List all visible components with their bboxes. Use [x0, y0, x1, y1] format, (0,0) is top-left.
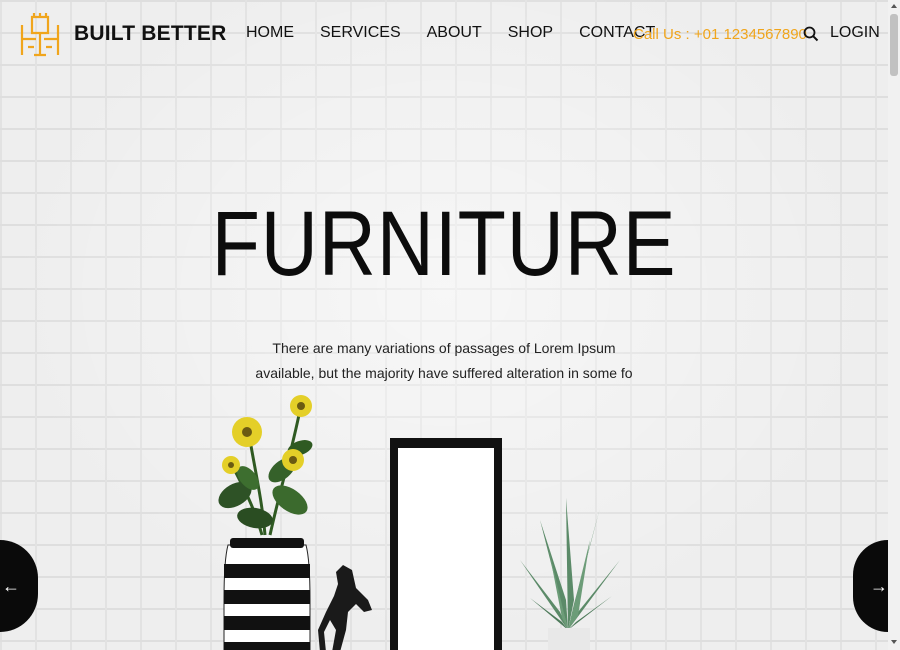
- picture-frame: [390, 438, 502, 650]
- page-scrollbar[interactable]: [888, 0, 900, 650]
- scroll-down-icon[interactable]: [891, 640, 897, 644]
- search-icon[interactable]: [803, 26, 819, 42]
- horse-figurine: [318, 565, 372, 650]
- scroll-thumb[interactable]: [890, 14, 898, 76]
- call-us-phone[interactable]: Call Us : +01 1234567890: [633, 26, 807, 43]
- arrow-right-icon: →: [870, 575, 888, 596]
- login-link[interactable]: LOGIN: [830, 24, 880, 42]
- logo[interactable]: BUILT BETTER: [20, 11, 227, 57]
- scroll-up-icon[interactable]: [891, 4, 897, 8]
- nav-shop[interactable]: SHOP: [508, 24, 553, 42]
- nav-services[interactable]: SERVICES: [320, 24, 401, 42]
- nav-home[interactable]: HOME: [246, 24, 294, 42]
- flower-plant: [218, 395, 313, 536]
- arrow-left-icon: ←: [2, 575, 20, 596]
- site-header: BUILT BETTER HOME SERVICES ABOUT SHOP CO…: [0, 0, 888, 70]
- logo-icon: [20, 13, 60, 57]
- brand-name: BUILT BETTER: [74, 22, 227, 45]
- succulent-plant: [520, 498, 620, 650]
- hero-product-image: [218, 395, 620, 650]
- main-nav: HOME SERVICES ABOUT SHOP CONTACT: [246, 24, 681, 42]
- striped-vase: [223, 538, 311, 650]
- nav-about[interactable]: ABOUT: [427, 24, 482, 42]
